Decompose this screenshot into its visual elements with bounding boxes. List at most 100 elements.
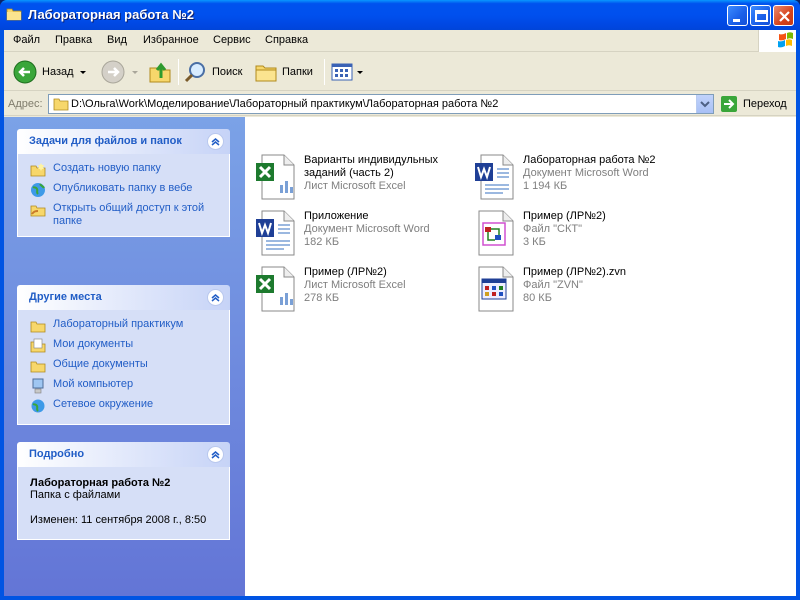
file-size: 182 КБ <box>304 236 340 248</box>
menu-favorites[interactable]: Избранное <box>143 34 199 46</box>
task-label: Опубликовать папку в вебе <box>53 182 193 194</box>
maximize-icon <box>755 10 768 22</box>
file-item[interactable]: Пример (ЛР№2) Лист Microsoft Excel 278 К… <box>248 265 458 317</box>
file-name: Приложение <box>304 210 369 222</box>
zvn-file-icon <box>478 266 514 312</box>
file-name: Варианты индивидульных заданий (часть 2) <box>304 154 438 179</box>
windows-flag-icon <box>778 32 793 48</box>
folder-icon <box>30 361 46 373</box>
address-dropdown-button[interactable] <box>696 95 713 113</box>
title-bar[interactable]: Лабораторная работа №2 <box>0 0 800 30</box>
folders-label: Папки <box>282 66 313 78</box>
file-type: Документ Microsoft Word <box>523 167 649 179</box>
menu-tools[interactable]: Сервис <box>213 34 251 46</box>
forward-button[interactable] <box>100 58 138 86</box>
file-name: Пример (ЛР№2).zvn <box>523 266 626 278</box>
search-icon <box>184 62 205 83</box>
file-type: Файл "СКТ" <box>523 223 582 235</box>
collapse-button[interactable] <box>207 446 224 463</box>
file-item[interactable]: Лабораторная работа №2 Документ Microsof… <box>467 153 677 205</box>
go-button[interactable]: Переход <box>720 95 787 113</box>
details-name: Лабораторная работа №2 <box>30 477 171 489</box>
place-label: Сетевое окружение <box>53 398 154 410</box>
task-new-folder[interactable]: Создать новую папку <box>18 162 229 182</box>
search-button[interactable]: Поиск <box>184 58 242 86</box>
toolbar: Назад Поиск Папки <box>4 53 796 91</box>
file-label: Лабораторная работа №2 Документ Microsof… <box>523 154 683 193</box>
excel-icon <box>256 266 295 312</box>
place-lab-practicum[interactable]: Лабораторный практикум <box>18 318 229 338</box>
back-arrow-icon <box>13 60 37 84</box>
collapse-button[interactable] <box>207 289 224 306</box>
ckt-file-icon <box>478 210 514 256</box>
task-share-folder[interactable]: Открыть общий доступ к этой папке <box>18 202 229 230</box>
search-label: Поиск <box>212 66 243 78</box>
file-label: Пример (ЛР№2) Лист Microsoft Excel 278 К… <box>304 266 464 305</box>
details-body: Лабораторная работа №2 Папка с файлами И… <box>17 467 230 540</box>
windows-logo <box>758 30 796 52</box>
tasks-panel-title: Задачи для файлов и папок <box>29 135 182 147</box>
collapse-button[interactable] <box>207 133 224 150</box>
content-area: Задачи для файлов и папок Создать новую … <box>4 117 796 596</box>
place-label: Общие документы <box>53 358 148 370</box>
menu-edit[interactable]: Правка <box>55 34 92 46</box>
other-places-header[interactable]: Другие места <box>17 285 230 310</box>
tasks-panel-header[interactable]: Задачи для файлов и папок <box>17 129 230 154</box>
address-label: Адрес: <box>8 98 43 110</box>
file-item[interactable]: Приложение Документ Microsoft Word 182 К… <box>248 209 458 261</box>
file-label: Пример (ЛР№2) Файл "СКТ" 3 КБ <box>523 210 683 249</box>
views-button[interactable] <box>330 58 363 86</box>
folder-up-icon <box>149 62 171 83</box>
file-size: 278 КБ <box>304 292 340 304</box>
place-shared-documents[interactable]: Общие документы <box>18 358 229 378</box>
details-modified: Изменен: 11 сентября 2008 г., 8:50 <box>30 514 207 526</box>
place-network[interactable]: Сетевое окружение <box>18 398 229 418</box>
back-button[interactable]: Назад <box>12 58 86 86</box>
tasks-panel: Задачи для файлов и папок Создать новую … <box>17 129 230 237</box>
place-my-computer[interactable]: Мой компьютер <box>18 378 229 398</box>
file-type: Документ Microsoft Word <box>304 223 430 235</box>
other-places-body: Лабораторный практикум Мои документы Общ… <box>17 310 230 425</box>
menu-file[interactable]: Файл <box>13 34 40 46</box>
file-type: Лист Microsoft Excel <box>304 180 406 192</box>
place-label: Мой компьютер <box>53 378 134 390</box>
details-header[interactable]: Подробно <box>17 442 230 467</box>
details-panel: Подробно Лабораторная работа №2 Папка с … <box>17 442 230 540</box>
new-folder-icon <box>30 163 46 177</box>
address-input[interactable]: D:\Ольга\Work\Моделирование\Лабораторный… <box>48 94 714 114</box>
forward-arrow-icon <box>101 60 125 84</box>
forward-dropdown-icon[interactable] <box>132 70 138 74</box>
close-button[interactable] <box>773 5 794 26</box>
my-documents-icon <box>30 338 46 353</box>
menu-help[interactable]: Справка <box>265 34 308 46</box>
menu-bar: Файл Правка Вид Избранное Сервис Справка <box>4 30 796 52</box>
file-label: Варианты индивидульных заданий (часть 2)… <box>304 154 464 193</box>
back-label: Назад <box>42 66 74 78</box>
go-label: Переход <box>743 98 787 110</box>
file-type: Файл "ZVN" <box>523 279 583 291</box>
details-type: Папка с файлами <box>30 489 121 501</box>
up-folder-button[interactable] <box>148 58 172 86</box>
file-label: Приложение Документ Microsoft Word 182 К… <box>304 210 464 249</box>
maximize-button[interactable] <box>750 5 771 26</box>
menu-view[interactable]: Вид <box>107 34 127 46</box>
place-my-documents[interactable]: Мои документы <box>18 338 229 358</box>
computer-icon <box>32 378 44 394</box>
file-item[interactable]: Варианты индивидульных заданий (часть 2)… <box>248 153 458 205</box>
views-dropdown-icon[interactable] <box>357 70 363 74</box>
file-item[interactable]: Пример (ЛР№2).zvn Файл "ZVN" 80 КБ <box>467 265 677 317</box>
close-icon <box>779 11 790 22</box>
chevron-up-icon <box>211 294 220 302</box>
file-list: Варианты индивидульных заданий (часть 2)… <box>245 117 796 596</box>
folders-icon <box>255 65 277 82</box>
back-dropdown-icon[interactable] <box>79 70 86 74</box>
details-title: Подробно <box>29 448 85 460</box>
other-places-title: Другие места <box>29 291 102 303</box>
file-item[interactable]: Пример (ЛР№2) Файл "СКТ" 3 КБ <box>467 209 677 261</box>
folders-button[interactable]: Папки <box>254 58 313 86</box>
task-publish-web[interactable]: Опубликовать папку в вебе <box>18 182 229 202</box>
minimize-button[interactable] <box>727 5 748 26</box>
network-icon <box>31 399 45 413</box>
file-type: Лист Microsoft Excel <box>304 279 406 291</box>
file-label: Пример (ЛР№2).zvn Файл "ZVN" 80 КБ <box>523 266 683 305</box>
